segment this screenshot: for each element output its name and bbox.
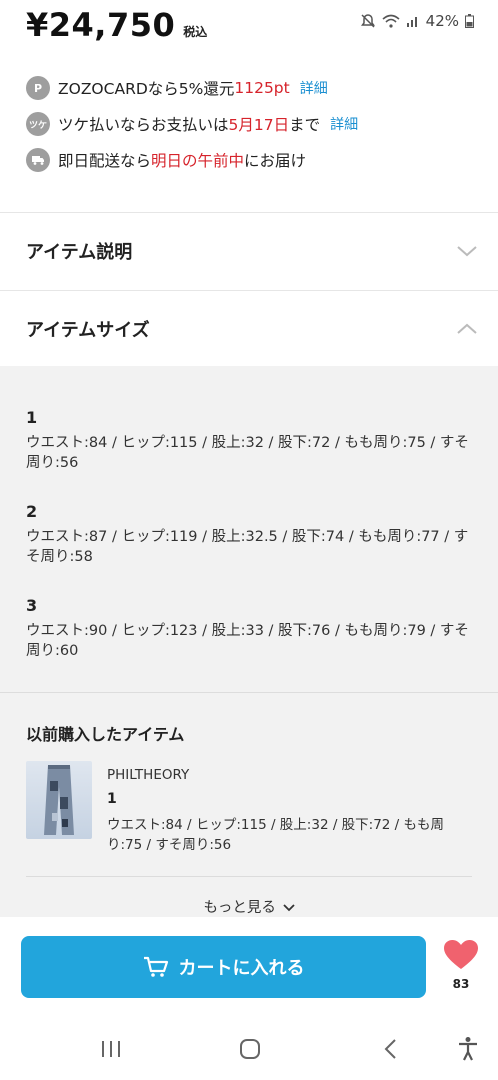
delivery-highlight: 明日の午前中 xyxy=(151,152,245,170)
battery-icon xyxy=(465,14,474,28)
recent-apps-button[interactable] xyxy=(96,1035,126,1063)
previous-item-thumbnail[interactable] xyxy=(26,761,92,839)
divider xyxy=(26,876,472,877)
add-to-cart-label: カートに入れる xyxy=(178,958,305,979)
size-item: 3 ウエスト:90 / ヒップ:123 / 股上:33 / 股下:76 / もも… xyxy=(26,596,480,661)
see-more-label: もっと見る xyxy=(203,900,276,916)
status-icons: 42% xyxy=(360,12,474,30)
zozocard-text: ZOZOCARDなら5%還元 xyxy=(58,80,235,98)
chevron-down-icon xyxy=(457,246,477,257)
item-size-title: アイテムサイズ xyxy=(26,320,150,341)
tsuke-date: 5月17日 xyxy=(228,116,290,134)
delivery-text: 即日配送なら xyxy=(58,152,152,170)
size-detail: ウエスト:90 / ヒップ:123 / 股上:33 / 股下:76 / もも周り… xyxy=(26,623,469,659)
previous-purchase-title: 以前購入したアイテム xyxy=(26,725,185,744)
tsuke-icon: ツケ xyxy=(26,112,50,136)
size-label: 1 xyxy=(26,408,38,427)
recent-apps-icon xyxy=(102,1041,120,1057)
bottom-action-bar: カートに入れる 83 xyxy=(0,917,498,1017)
previous-item-info[interactable]: PHILTHEORY 1 ウエスト:84 / ヒップ:115 / 股上:32 /… xyxy=(107,767,476,855)
back-icon xyxy=(384,1039,396,1059)
previous-item-size: 1 xyxy=(107,791,117,807)
item-description-header[interactable]: アイテム説明 xyxy=(0,213,498,289)
tsuke-text-after: まで xyxy=(289,116,321,134)
home-button[interactable] xyxy=(235,1035,265,1063)
delivery-text-after: にお届け xyxy=(244,152,307,170)
previous-purchase-panel: 以前購入したアイテム PHILTHEORY 1 ウエスト:84 / ヒップ:11… xyxy=(0,693,498,917)
size-item: 1 ウエスト:84 / ヒップ:115 / 股上:32 / 股下:72 / もも… xyxy=(26,408,480,473)
wifi-icon xyxy=(382,14,400,28)
tsuke-text: ツケ払いならお支払いは xyxy=(58,116,229,134)
previous-item-detail: ウエスト:84 / ヒップ:115 / 股上:32 / 股下:72 / もも周り… xyxy=(107,817,445,853)
info-list: P ZOZOCARDなら5%還元 1125pt 詳細 ツケ ツケ払いならお支払い… xyxy=(26,70,488,178)
size-item: 2 ウエスト:87 / ヒップ:119 / 股上:32.5 / 股下:74 / … xyxy=(26,502,480,567)
zozocard-detail-link[interactable]: 詳細 xyxy=(300,78,328,98)
back-button[interactable] xyxy=(375,1035,405,1063)
point-icon: P xyxy=(26,76,50,100)
signal-icon xyxy=(406,17,417,27)
chevron-down-icon xyxy=(282,904,295,912)
accessibility-icon xyxy=(459,1037,477,1061)
size-label: 2 xyxy=(26,502,38,521)
system-nav-bar xyxy=(0,1017,498,1080)
tsuke-detail-link[interactable]: 詳細 xyxy=(330,114,358,134)
add-to-cart-button[interactable]: カートに入れる xyxy=(21,936,426,998)
chevron-up-icon xyxy=(457,323,477,334)
accessibility-button[interactable] xyxy=(453,1035,483,1063)
size-panel: 1 ウエスト:84 / ヒップ:115 / 股上:32 / 股下:72 / もも… xyxy=(0,366,498,692)
truck-icon xyxy=(26,148,50,172)
item-size-header[interactable]: アイテムサイズ xyxy=(0,291,498,367)
price: ¥24,750 xyxy=(26,6,176,44)
battery-percent: 42% xyxy=(425,12,459,30)
mute-icon xyxy=(360,14,375,28)
tax-label: 税込 xyxy=(183,25,208,39)
see-more-button[interactable]: もっと見る xyxy=(0,896,498,917)
favorite-count: 83 xyxy=(452,977,470,991)
size-detail: ウエスト:84 / ヒップ:115 / 股上:32 / 股下:72 / もも周り… xyxy=(26,435,469,471)
delivery-row: 即日配送なら 明日の午前中 にお届け xyxy=(26,142,488,178)
size-label: 3 xyxy=(26,596,38,615)
zozocard-row: P ZOZOCARDなら5%還元 1125pt 詳細 xyxy=(26,70,488,106)
price-row: ¥24,750 税込 xyxy=(26,6,207,44)
size-detail: ウエスト:87 / ヒップ:119 / 股上:32.5 / 股下:74 / もも… xyxy=(26,529,469,565)
zozocard-points: 1125pt xyxy=(234,79,290,97)
home-icon xyxy=(240,1039,260,1059)
previous-item-brand: PHILTHEORY xyxy=(107,767,190,783)
item-description-title: アイテム説明 xyxy=(26,242,133,263)
cart-icon xyxy=(143,956,168,977)
favorite-button[interactable]: 83 xyxy=(442,939,480,991)
tsuke-row: ツケ ツケ払いならお支払いは 5月17日 まで 詳細 xyxy=(26,106,488,142)
heart-icon xyxy=(444,940,478,969)
